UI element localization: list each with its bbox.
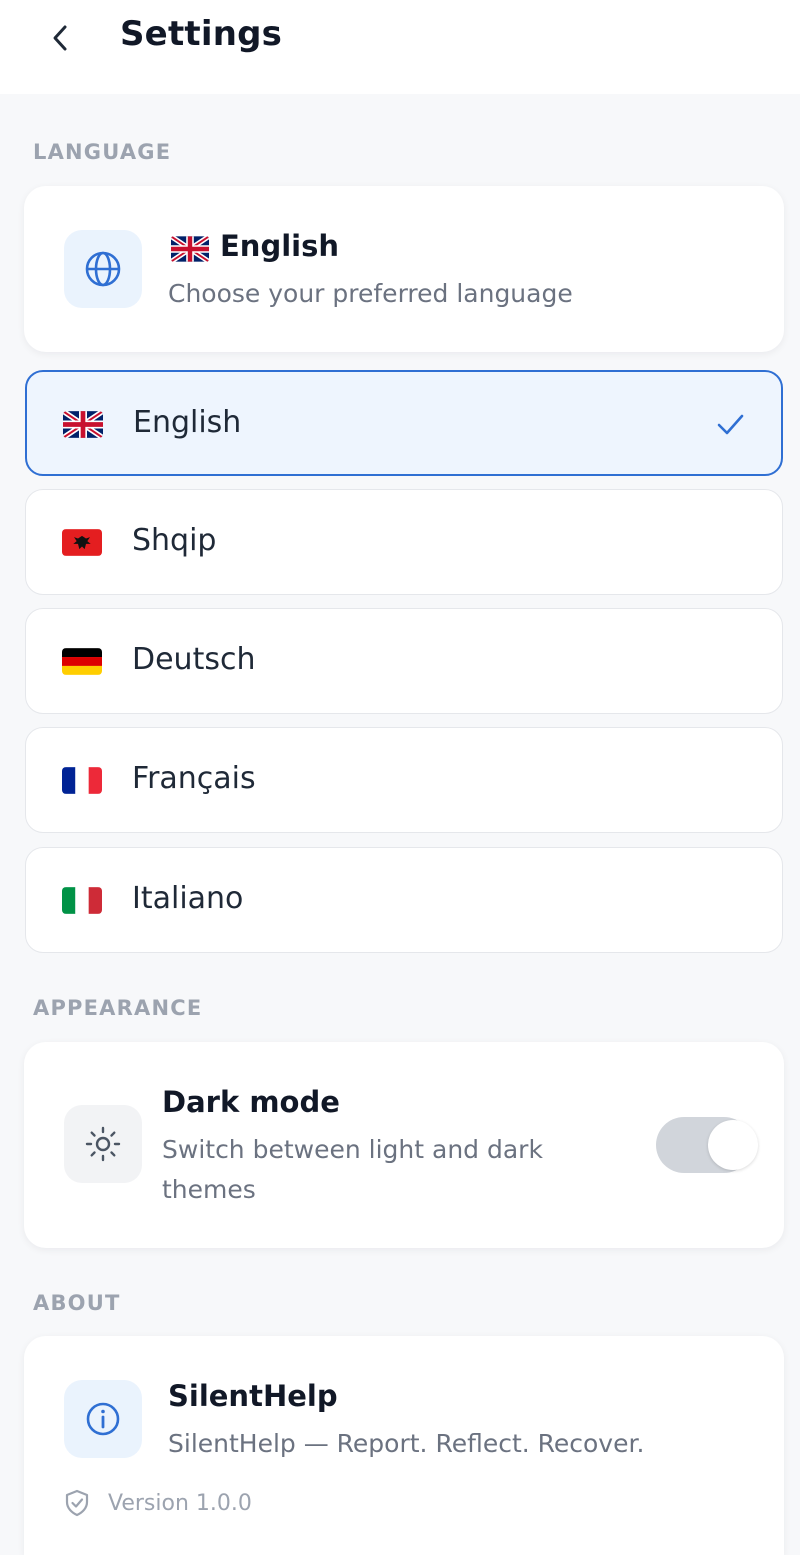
sun-icon-tile bbox=[64, 1105, 142, 1183]
sun-icon bbox=[85, 1126, 121, 1162]
language-option-label: Deutsch bbox=[132, 642, 256, 677]
language-option-label: Français bbox=[132, 761, 256, 796]
globe-icon-tile bbox=[64, 230, 142, 308]
language-option-italiano[interactable]: Italiano bbox=[25, 847, 783, 953]
language-option-label: Italiano bbox=[132, 881, 244, 916]
section-label-language: LANGUAGE bbox=[33, 140, 172, 164]
top-bar: Settings bbox=[0, 0, 800, 94]
language-option-label: English bbox=[133, 405, 242, 440]
version-row: Version 1.0.0 bbox=[64, 1486, 252, 1520]
app-name: SilentHelp bbox=[168, 1379, 338, 1413]
language-option-deutsch[interactable]: Deutsch bbox=[25, 608, 783, 714]
flag-gb-icon bbox=[63, 411, 103, 438]
dark-mode-title: Dark mode bbox=[162, 1085, 340, 1119]
flag-it-icon bbox=[62, 887, 102, 914]
page-title: Settings bbox=[120, 14, 283, 54]
about-card: SilentHelp SilentHelp — Report. Reflect.… bbox=[24, 1336, 784, 1555]
language-description: Choose your preferred language bbox=[168, 279, 573, 308]
language-option-english[interactable]: English bbox=[25, 370, 783, 476]
shield-check-icon bbox=[65, 1489, 89, 1517]
info-icon-tile bbox=[64, 1380, 142, 1458]
chevron-left-icon bbox=[53, 25, 67, 51]
language-option-label: Shqip bbox=[132, 523, 217, 558]
section-label-appearance: APPEARANCE bbox=[33, 996, 203, 1020]
globe-icon bbox=[85, 251, 121, 287]
app-version: Version 1.0.0 bbox=[108, 1490, 252, 1516]
dark-mode-description: Switch between light and dark themes bbox=[162, 1135, 543, 1204]
back-button[interactable] bbox=[40, 18, 80, 58]
app-tagline: SilentHelp — Report. Reflect. Recover. bbox=[168, 1429, 645, 1458]
flag-gb-icon bbox=[171, 236, 209, 262]
language-option-francais[interactable]: Français bbox=[25, 727, 783, 833]
check-icon bbox=[717, 414, 744, 435]
dark-mode-toggle[interactable] bbox=[656, 1117, 758, 1173]
current-language: English bbox=[220, 229, 340, 263]
language-summary-card: English Choose your preferred language bbox=[24, 186, 784, 352]
toggle-knob bbox=[708, 1120, 758, 1170]
dark-mode-card: Dark mode Switch between light and dark … bbox=[24, 1042, 784, 1248]
flag-al-icon bbox=[62, 529, 102, 556]
flag-de-icon bbox=[62, 648, 102, 675]
flag-fr-icon bbox=[62, 767, 102, 794]
language-option-shqip[interactable]: Shqip bbox=[25, 489, 783, 595]
section-label-about: ABOUT bbox=[33, 1291, 121, 1315]
info-icon bbox=[86, 1402, 120, 1436]
